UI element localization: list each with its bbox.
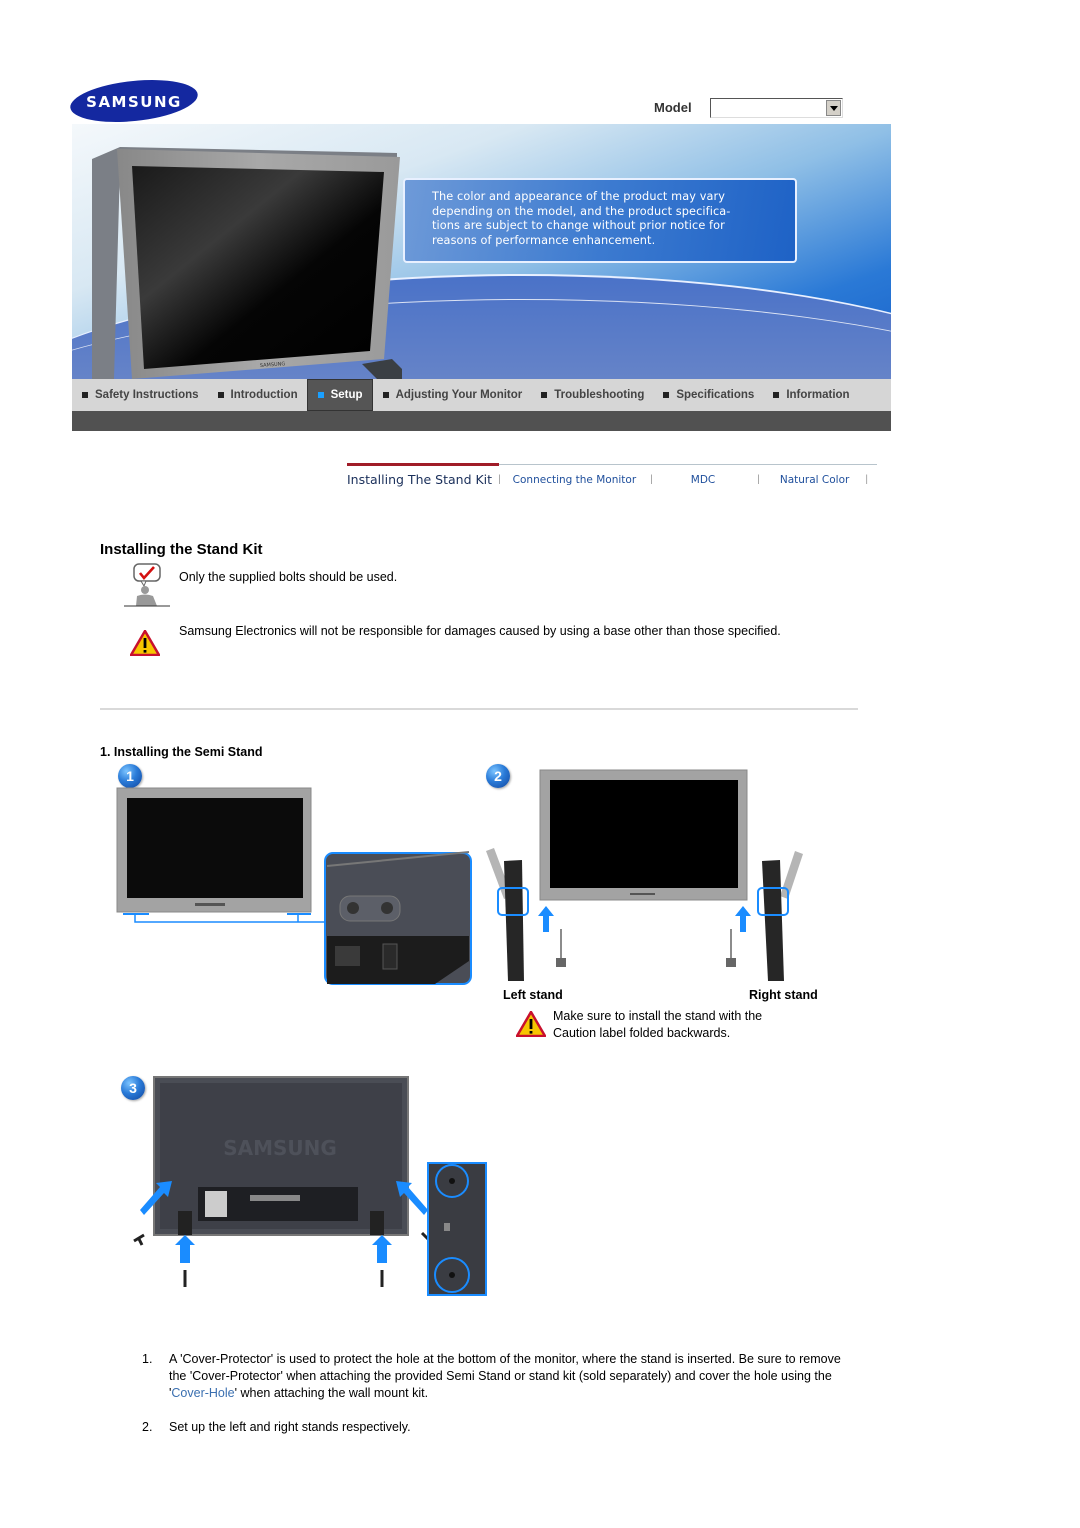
sub-nav: Installing The Stand Kit | Connecting th… <box>347 463 877 494</box>
logo-text: SAMSUNG <box>86 93 182 111</box>
section-divider <box>100 708 858 710</box>
nav-under-bar <box>72 411 891 431</box>
note-text: Only the supplied bolts should be used. <box>179 570 398 584</box>
model-label: Model <box>654 100 692 115</box>
separator: | <box>650 474 653 485</box>
monitor-image: SAMSUNG <box>92 147 402 379</box>
instruction-number: 2. <box>142 1420 153 1434</box>
left-stand-label: Left stand <box>503 988 563 1002</box>
notice-line: depending on the model, and the product … <box>432 204 731 218</box>
instruction-item: 1. A 'Cover-Protector' is used to protec… <box>142 1351 842 1402</box>
right-stand-label: Right stand <box>749 988 818 1002</box>
warning-icon <box>516 1011 546 1037</box>
notice-line: reasons of performance enhancement. <box>432 233 656 247</box>
bullet-icon <box>317 392 324 398</box>
subnav-connecting-monitor[interactable]: Connecting the Monitor <box>513 474 636 486</box>
step-badge-1: 1 <box>118 764 142 788</box>
samsung-logo[interactable]: SAMSUNG <box>68 78 200 124</box>
nav-adjusting-your-monitor[interactable]: Adjusting Your Monitor <box>373 379 532 411</box>
nav-label: Safety Instructions <box>95 389 199 401</box>
chevron-down-icon[interactable] <box>826 100 841 116</box>
step-1-front-monitor-image <box>116 787 472 985</box>
subnav-installing-stand-kit[interactable]: Installing The Stand Kit <box>347 472 492 487</box>
nav-introduction[interactable]: Introduction <box>208 379 307 411</box>
bullet-icon <box>82 392 88 398</box>
bullet-icon <box>663 392 670 398</box>
stand-warning-line: Make sure to install the stand with the <box>553 1009 763 1023</box>
instruction-text: Set up the left and right stands respect… <box>169 1420 411 1434</box>
instruction-text: ' when attaching the wall mount kit. <box>234 1386 429 1400</box>
notice-line: tions are subject to change without prio… <box>432 219 725 232</box>
nav-specifications[interactable]: Specifications <box>653 379 763 411</box>
model-select[interactable] <box>710 98 843 118</box>
instructions-list: 1. A 'Cover-Protector' is used to protec… <box>142 1351 842 1453</box>
nav-safety-instructions[interactable]: Safety Instructions <box>72 379 208 411</box>
bullet-icon <box>541 392 548 398</box>
separator: | <box>498 474 501 485</box>
instruction-item: 2. Set up the left and right stands resp… <box>142 1419 842 1436</box>
nav-label: Setup <box>330 389 363 401</box>
active-tab-indicator <box>347 463 499 466</box>
stand-warning-text: Make sure to install the stand with the … <box>553 1008 833 1042</box>
separator: | <box>865 474 868 485</box>
nav-setup[interactable]: Setup <box>306 379 373 411</box>
subnav-mdc[interactable]: MDC <box>691 474 715 486</box>
bullet-icon <box>773 392 780 398</box>
rear-brand-text: SAMSUNG <box>223 1136 337 1160</box>
nav-label: Troubleshooting <box>554 389 645 401</box>
nav-troubleshooting[interactable]: Troubleshooting <box>531 379 653 411</box>
warning-text: Samsung Electronics will not be responsi… <box>179 624 781 638</box>
product-notice-box: The color and appearance of the product … <box>403 178 797 263</box>
nav-label: Adjusting Your Monitor <box>395 389 523 401</box>
cover-hole-link[interactable]: Cover-Hole <box>171 1386 234 1400</box>
note-checkmark-icon <box>124 563 170 607</box>
notice-line: The color and appearance of the product … <box>432 190 726 203</box>
step-3-rear-monitor-image: SAMSUNG <box>133 1076 487 1296</box>
page-title: Installing the Stand Kit <box>100 541 263 558</box>
step-2-stands-image <box>486 769 803 981</box>
warning-icon <box>130 630 160 656</box>
monitor-brand: SAMSUNG <box>260 361 286 369</box>
nav-label: Introduction <box>230 389 298 401</box>
instruction-number: 1. <box>142 1352 153 1366</box>
bullet-icon <box>382 392 389 398</box>
nav-information[interactable]: Information <box>763 379 858 411</box>
nav-label: Specifications <box>676 389 755 401</box>
bullet-icon <box>217 392 224 398</box>
separator: | <box>757 474 760 485</box>
section-title: 1. Installing the Semi Stand <box>100 745 263 759</box>
stand-warning-line: Caution label folded backwards. <box>553 1026 731 1040</box>
nav-label: Information <box>786 389 850 401</box>
subnav-natural-color[interactable]: Natural Color <box>780 474 849 486</box>
main-nav: Safety Instructions Introduction Setup A… <box>72 379 891 411</box>
